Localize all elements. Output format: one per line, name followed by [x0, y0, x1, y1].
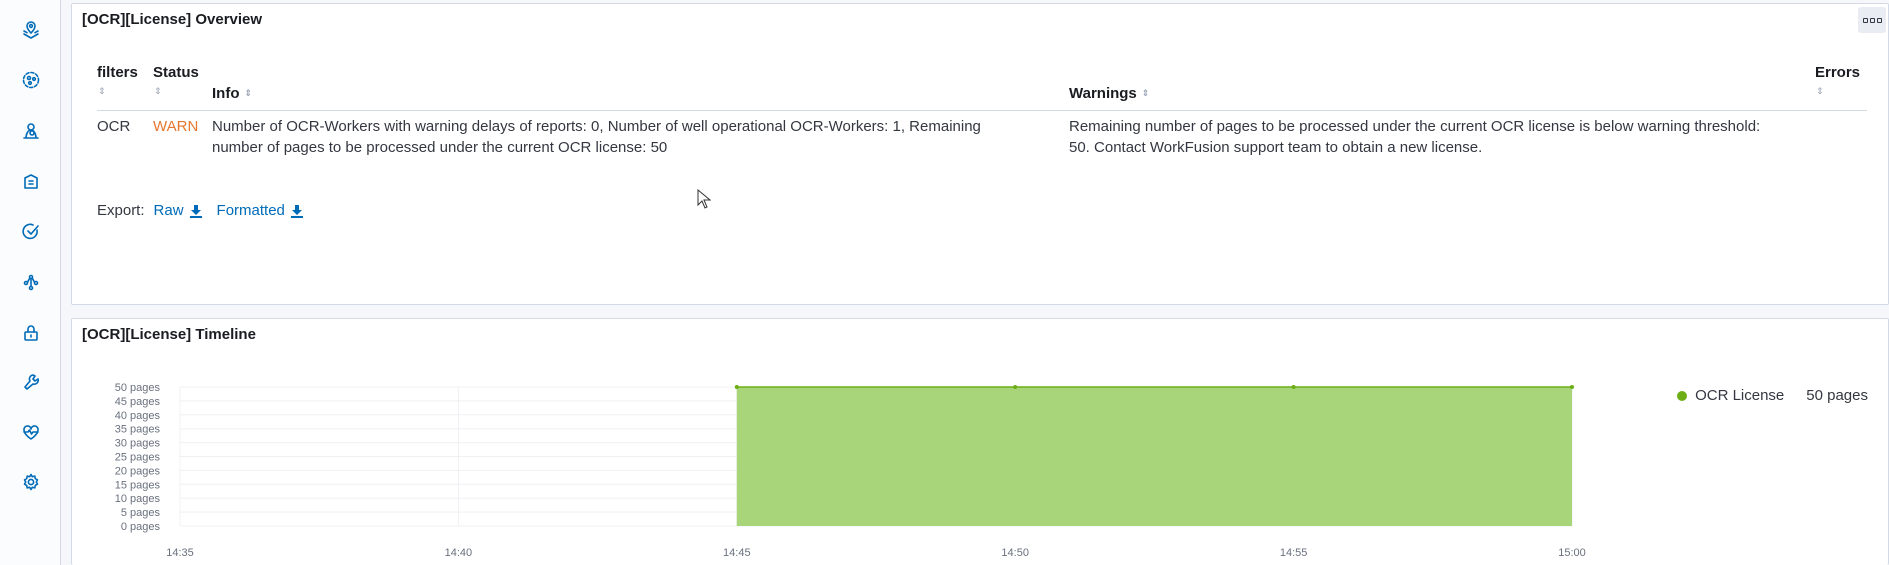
y-tick-label: 15 pages [115, 479, 161, 491]
data-point [1013, 385, 1018, 389]
download-icon [189, 204, 202, 218]
y-tick-label: 0 pages [121, 521, 161, 533]
column-header-status[interactable]: Status [153, 64, 199, 81]
x-tick-label: 14:40 [445, 547, 473, 559]
overview-title: [OCR][License] Overview [82, 11, 263, 28]
export-label: Export: [97, 202, 145, 219]
y-axis: 0 pages 5 pages 10 pages 15 pages 20 pages25… [115, 382, 161, 533]
header-label: filters [97, 64, 138, 81]
column-header-info[interactable]: Info ⇕ [212, 85, 252, 102]
column-header-filters[interactable]: filters [97, 64, 138, 81]
info-line: number of pages to be processed under th… [212, 139, 668, 156]
header-label: Errors [1815, 64, 1861, 81]
header-divider [97, 110, 1867, 111]
user-search-icon[interactable] [19, 119, 43, 143]
gear-icon[interactable] [19, 470, 43, 494]
export-formatted-label: Formatted [216, 202, 285, 219]
heartbeat-icon[interactable] [19, 420, 43, 444]
dot-icon [1876, 17, 1882, 23]
x-axis: 14:35 14:40 14:45 14:50 14:55 15:00 [166, 547, 1586, 559]
sort-icon[interactable]: ⇕ [154, 86, 162, 97]
maps-icon[interactable] [19, 18, 43, 42]
panel-options-button[interactable] [1858, 7, 1886, 33]
legend-swatch [1677, 390, 1688, 401]
sort-icon: ⇕ [1141, 88, 1150, 98]
export-bar: Export: Raw Formatted [97, 202, 304, 219]
x-tick-label: 14:55 [1280, 547, 1308, 559]
timeline-chart: 0 pages 5 pages 10 pages 15 pages 20 pages25… [115, 382, 1586, 559]
lock-icon[interactable] [19, 321, 43, 345]
area-fill [736, 387, 1572, 526]
column-header-errors[interactable]: Errors [1815, 64, 1860, 81]
sort-icon: ⇕ [244, 88, 253, 98]
timeline-panel: [OCR][License] Timeline 0 pages 5 pages 10… [71, 318, 1889, 565]
warning-line: 50. Contact WorkFusion support team to o… [1069, 139, 1483, 156]
y-tick-label: 50 pages [115, 382, 161, 394]
dot-icon [1862, 17, 1868, 23]
data-point [1570, 385, 1574, 389]
dot-icon [1869, 17, 1875, 23]
export-formatted-link[interactable]: Formatted [217, 202, 304, 219]
y-tick-label: 35 pages [115, 424, 161, 436]
y-tick-label: 40 pages [115, 410, 161, 422]
series-ocr-license [734, 385, 1574, 526]
y-tick-label: 30 pages [115, 438, 161, 450]
x-tick-label: 14:35 [166, 547, 194, 559]
sort-icon[interactable]: ⇕ [98, 86, 106, 97]
export-raw-label: Raw [153, 202, 184, 219]
network-icon[interactable] [19, 68, 43, 92]
x-tick-label: 14:45 [723, 547, 751, 559]
info-line: Number of OCR-Workers with warning delay… [212, 118, 981, 135]
export-raw-link[interactable]: Raw [154, 202, 203, 219]
y-tick-label: 5 pages [121, 507, 161, 519]
side-navigation [0, 0, 61, 565]
legend-value: 50 pages [1806, 387, 1868, 404]
cell-warnings: Remaining number of pages to be processe… [1069, 116, 1809, 158]
column-header-warnings[interactable]: Warnings ⇕ [1069, 85, 1149, 102]
cell-info: Number of OCR-Workers with warning delay… [212, 116, 1052, 158]
y-tick-label: 20 pages [115, 465, 161, 477]
graph-icon[interactable] [19, 270, 43, 294]
warning-line: Remaining number of pages to be processe… [1069, 118, 1761, 135]
chart-legend[interactable]: OCR License 50 pages [1677, 387, 1868, 404]
documents-icon[interactable] [19, 170, 43, 194]
data-point [734, 385, 739, 389]
check-circle-icon[interactable] [19, 220, 43, 244]
x-tick-label: 14:50 [1001, 547, 1029, 559]
sort-icon[interactable]: ⇕ [1816, 86, 1824, 97]
x-tick-label: 15:00 [1558, 547, 1586, 559]
header-label: Info [212, 85, 240, 102]
status-badge: WARN [153, 118, 199, 135]
download-icon [290, 204, 303, 218]
wrench-icon[interactable] [19, 370, 43, 394]
y-tick-label: 25 pages [115, 452, 161, 464]
y-tick-label: 45 pages [115, 396, 161, 408]
data-point [1291, 385, 1296, 389]
overview-panel: [OCR][License] Overview filters ⇕ Status… [71, 3, 1889, 305]
header-label: Status [153, 64, 199, 81]
header-label: Warnings [1069, 85, 1137, 102]
cell-filters: OCR [97, 118, 131, 135]
legend-label: OCR License [1695, 387, 1785, 404]
mouse-cursor-icon [697, 189, 711, 209]
y-tick-label: 10 pages [115, 493, 161, 505]
